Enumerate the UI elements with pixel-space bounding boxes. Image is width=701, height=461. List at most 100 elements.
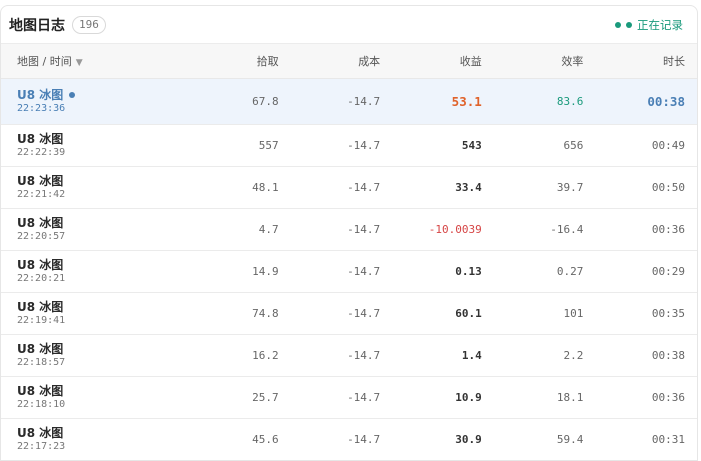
map-time: 22:20:57 (17, 230, 66, 242)
column-header-efficiency[interactable]: 效率 (493, 44, 596, 79)
efficiency-cell: 18.1 (493, 376, 596, 419)
cost-cell: -14.7 (290, 166, 393, 209)
efficiency-cell: -16.4 (493, 208, 596, 251)
map-name-wrap: U8 冰图 (17, 384, 177, 398)
duration-cell: 00:50 (595, 166, 697, 209)
cost-cell: -14.7 (290, 124, 393, 167)
table-body: U8 冰图 22:23:36 67.8 -14.7 53.1 83.6 00:38 U8 冰图… (1, 78, 697, 460)
cost-cell: -14.7 (290, 376, 393, 419)
table-row[interactable]: U8 冰图 22:22:39 557 -14.7 543 656 00:49 (1, 124, 697, 167)
map-name-wrap: U8 冰图 (17, 342, 177, 356)
map-log-table: 地图 / 时间 ▼ 拾取 成本 收益 效率 时长 U8 冰图 22:23:36 67.… (1, 44, 697, 460)
map-cell: U8 冰图 22:18:10 (1, 376, 189, 419)
table-row[interactable]: U8 冰图 22:18:10 25.7 -14.7 10.9 18.1 00:36 (1, 376, 697, 419)
duration-cell: 00:31 (595, 418, 697, 460)
map-cell: U8 冰图 22:20:21 (1, 250, 189, 293)
cost-cell: -14.7 (290, 334, 393, 377)
column-header-profit[interactable]: 收益 (392, 44, 494, 79)
map-name: U8 冰图 (17, 173, 64, 188)
column-header-cost[interactable]: 成本 (290, 44, 393, 79)
map-cell: U8 冰图 22:20:57 (1, 208, 189, 251)
pickup-cell: 74.8 (189, 292, 291, 335)
efficiency-cell: 101 (493, 292, 596, 335)
title-group: 地图日志 196 (9, 15, 106, 35)
map-time: 22:21:42 (17, 188, 66, 200)
map-cell: U8 冰图 22:23:36 (1, 78, 189, 125)
cost-cell: -14.7 (290, 250, 393, 293)
pickup-cell: 48.1 (189, 166, 291, 209)
map-name-wrap: U8 冰图 (17, 174, 177, 188)
efficiency-cell: 83.6 (493, 78, 596, 125)
table-row[interactable]: U8 冰图 22:19:41 74.8 -14.7 60.1 101 00:35 (1, 292, 697, 335)
pickup-cell: 67.8 (189, 78, 291, 125)
duration-cell: 00:35 (595, 292, 697, 335)
recording-status: 正在记录 (615, 17, 683, 33)
map-name-wrap: U8 冰图 (17, 216, 177, 230)
map-name: U8 冰图 (17, 383, 64, 398)
map-cell: U8 冰图 22:22:39 (1, 124, 189, 167)
column-header-duration[interactable]: 时长 (595, 44, 697, 79)
cost-cell: -14.7 (290, 292, 393, 335)
cost-cell: -14.7 (290, 208, 393, 251)
map-name: U8 冰图 (17, 299, 64, 314)
map-name: U8 冰图 (17, 87, 64, 102)
map-name: U8 冰图 (17, 131, 64, 146)
map-cell: U8 冰图 22:18:57 (1, 334, 189, 377)
efficiency-cell: 2.2 (493, 334, 596, 377)
efficiency-cell: 0.27 (493, 250, 596, 293)
map-name-wrap: U8 冰图 (17, 88, 177, 102)
profit-cell: 10.9 (392, 376, 494, 419)
profit-cell: 30.9 (392, 418, 494, 460)
pickup-cell: 4.7 (189, 208, 291, 251)
map-time: 22:18:10 (17, 398, 66, 410)
map-cell: U8 冰图 22:21:42 (1, 166, 189, 209)
duration-cell: 00:49 (595, 124, 697, 167)
map-name: U8 冰图 (17, 425, 64, 440)
map-cell: U8 冰图 22:19:41 (1, 292, 189, 335)
efficiency-cell: 656 (493, 124, 596, 167)
recording-dot-icon (626, 21, 632, 28)
table-row[interactable]: U8 冰图 22:20:57 4.7 -14.7 -10.0039 -16.4 00:36 (1, 208, 697, 251)
table-row[interactable]: U8 冰图 22:17:23 45.6 -14.7 30.9 59.4 00:31 (1, 418, 697, 460)
column-header-map-time[interactable]: 地图 / 时间 ▼ (1, 44, 189, 79)
pickup-cell: 25.7 (189, 376, 291, 419)
table-row[interactable]: U8 冰图 22:18:57 16.2 -14.7 1.4 2.2 00:38 (1, 334, 697, 377)
duration-cell: 00:36 (595, 208, 697, 251)
map-time: 22:20:21 (17, 272, 66, 284)
cost-cell: -14.7 (290, 78, 393, 125)
pickup-cell: 45.6 (189, 418, 291, 460)
pickup-cell: 557 (189, 124, 291, 167)
pickup-cell: 16.2 (189, 334, 291, 377)
efficiency-cell: 39.7 (493, 166, 596, 209)
map-name-wrap: U8 冰图 (17, 132, 177, 146)
map-name-wrap: U8 冰图 (17, 426, 177, 440)
pickup-cell: 14.9 (189, 250, 291, 293)
efficiency-cell: 59.4 (493, 418, 596, 460)
panel-title: 地图日志 (9, 17, 65, 34)
map-time: 22:17:23 (17, 440, 66, 452)
profit-cell: 53.1 (392, 78, 494, 125)
profit-cell: 60.1 (392, 292, 494, 335)
table-header-row: 地图 / 时间 ▼ 拾取 成本 收益 效率 时长 (1, 44, 697, 79)
profit-cell: 0.13 (392, 250, 494, 293)
profit-cell: 33.4 (392, 166, 494, 209)
duration-cell: 00:29 (595, 250, 697, 293)
map-name: U8 冰图 (17, 215, 64, 230)
profit-cell: 1.4 (392, 334, 494, 377)
map-time: 22:22:39 (17, 146, 66, 158)
map-log-panel: 地图日志 196 正在记录 地图 / 时间 ▼ 拾取 成本 收益 效率 时长 U8… (0, 5, 698, 461)
map-name-wrap: U8 冰图 (17, 258, 177, 272)
table-row[interactable]: U8 冰图 22:20:21 14.9 -14.7 0.13 0.27 00:29 (1, 250, 697, 293)
sort-down-icon[interactable]: ▼ (76, 58, 83, 68)
map-name-wrap: U8 冰图 (17, 300, 177, 314)
live-dot-icon (69, 91, 76, 98)
table-row[interactable]: U8 冰图 22:23:36 67.8 -14.7 53.1 83.6 00:38 (1, 78, 697, 125)
map-time: 22:23:36 (17, 102, 66, 114)
map-cell: U8 冰图 22:17:23 (1, 418, 189, 460)
column-header-map-time-label: 地图 / 时间 (17, 54, 72, 68)
table-row[interactable]: U8 冰图 22:21:42 48.1 -14.7 33.4 39.7 00:50 (1, 166, 697, 209)
recording-label: 正在记录 (637, 17, 683, 32)
profit-cell: 543 (392, 124, 494, 167)
column-header-pickup[interactable]: 拾取 (189, 44, 291, 79)
map-name: U8 冰图 (17, 257, 64, 272)
